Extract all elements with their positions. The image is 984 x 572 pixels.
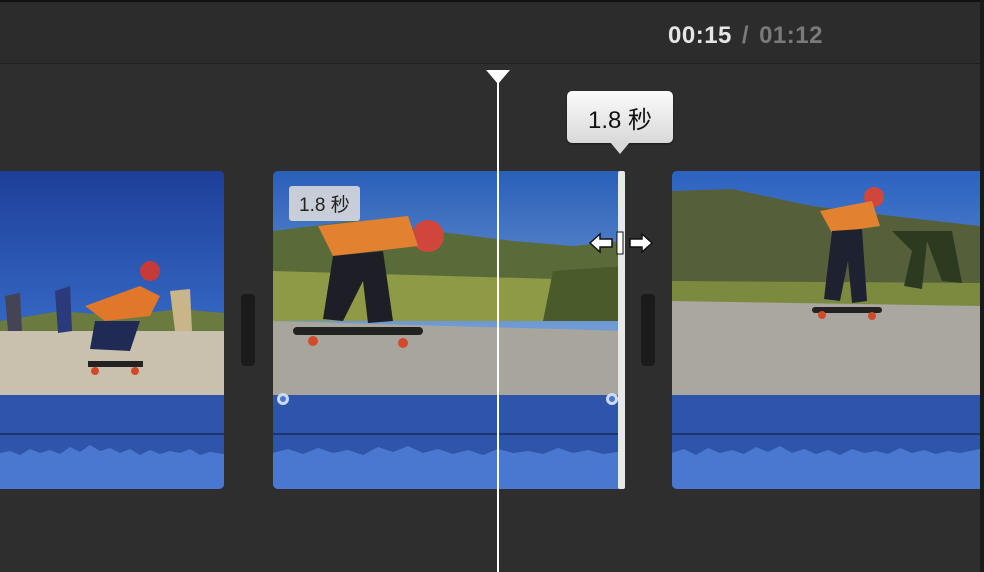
clip-3-thumbnail: [672, 171, 980, 395]
trim-duration-tooltip: 1.8 秒: [567, 91, 673, 143]
clip-trim-edge[interactable]: [618, 171, 625, 489]
timecode-display: 00:15 / 01:12: [668, 22, 823, 50]
keyframe-start[interactable]: [277, 393, 289, 405]
playhead-line[interactable]: [497, 82, 499, 572]
total-time: 01:12: [759, 22, 823, 49]
transition-handle-right[interactable]: [641, 294, 655, 366]
window-edge: [980, 0, 984, 572]
keyframe-end[interactable]: [606, 393, 618, 405]
clip-1-thumbnail: [0, 171, 224, 395]
trim-cursor-icon: [588, 231, 654, 255]
playhead-marker-icon[interactable]: [486, 70, 510, 84]
clip-2-audio-waveform: [273, 395, 625, 489]
clip-1-audio-waveform: [0, 395, 224, 489]
tooltip-pointer: [610, 142, 630, 154]
timeline-clip-3[interactable]: [672, 171, 980, 489]
time-separator: /: [741, 22, 750, 49]
top-toolbar: 00:15 / 01:12: [0, 0, 984, 64]
current-time: 00:15: [668, 22, 732, 49]
clip-duration-label: 1.8 秒: [289, 186, 360, 221]
transition-handle-left[interactable]: [241, 294, 255, 366]
timeline-clip-1[interactable]: [0, 171, 224, 489]
clip-3-audio-waveform: [672, 395, 980, 489]
